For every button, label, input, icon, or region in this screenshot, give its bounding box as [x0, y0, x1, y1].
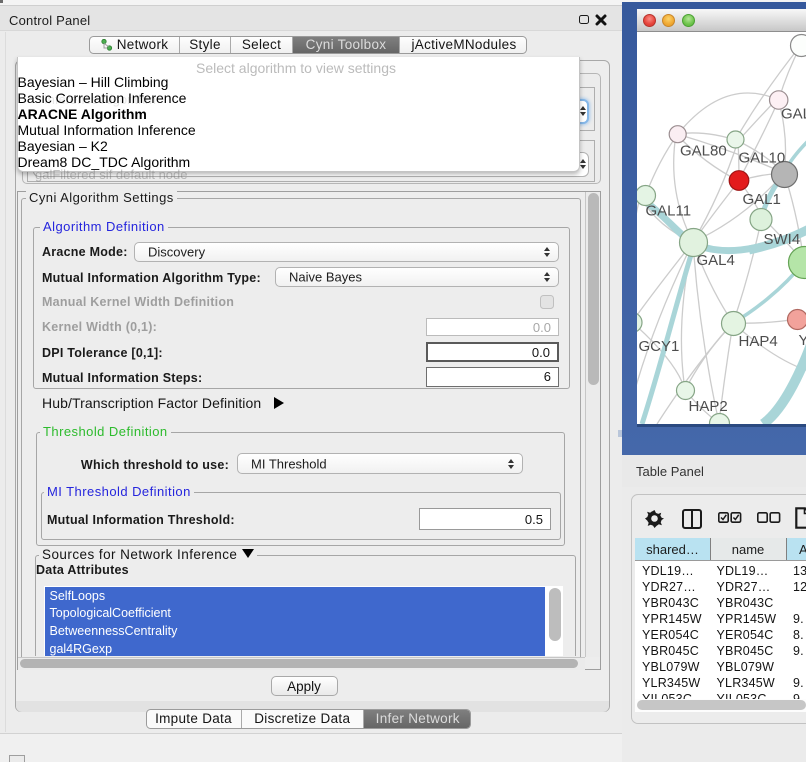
svg-text:GAL1: GAL1 [742, 191, 780, 208]
svg-text:GAL10: GAL10 [738, 150, 785, 167]
svg-text:HAP2: HAP2 [688, 398, 727, 415]
svg-text:Y: Y [798, 332, 806, 349]
svg-text:GCY1: GCY1 [638, 338, 679, 355]
svg-text:SWI4: SWI4 [763, 231, 800, 248]
svg-text:GAL4: GAL4 [696, 252, 734, 269]
svg-text:GAL80: GAL80 [680, 143, 727, 160]
svg-text:GAL11: GAL11 [645, 203, 691, 220]
svg-text:GAL7: GAL7 [781, 106, 806, 123]
svg-text:HAP4: HAP4 [738, 333, 777, 350]
